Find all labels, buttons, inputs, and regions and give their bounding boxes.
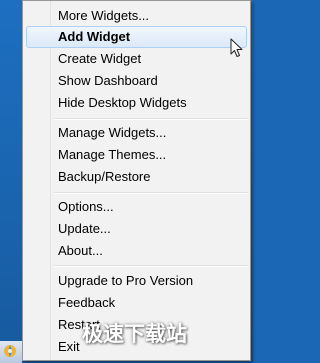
menu-separator bbox=[54, 192, 248, 194]
watermark-text: 极速下载站 bbox=[82, 322, 187, 346]
menu-item-about[interactable]: About... bbox=[26, 240, 247, 262]
menu-item-show-dashboard[interactable]: Show Dashboard bbox=[26, 70, 247, 92]
menu-item-add-widget[interactable]: Add Widget bbox=[26, 26, 247, 48]
tray-app-icon[interactable] bbox=[3, 344, 17, 358]
menu-item-create-widget[interactable]: Create Widget bbox=[26, 48, 247, 70]
menu-item-hide-desktop-widgets[interactable]: Hide Desktop Widgets bbox=[26, 92, 247, 114]
menu-item-feedback[interactable]: Feedback bbox=[26, 292, 247, 314]
menu-item-manage-themes[interactable]: Manage Themes... bbox=[26, 144, 247, 166]
menu-separator bbox=[54, 118, 248, 120]
menu-item-update[interactable]: Update... bbox=[26, 218, 247, 240]
menu-item-upgrade-pro[interactable]: Upgrade to Pro Version bbox=[26, 270, 247, 292]
widget-context-menu: More Widgets... Add Widget Create Widget… bbox=[22, 0, 251, 361]
menu-item-manage-widgets[interactable]: Manage Widgets... bbox=[26, 122, 247, 144]
menu-item-options[interactable]: Options... bbox=[26, 196, 247, 218]
menu-item-more-widgets[interactable]: More Widgets... bbox=[26, 5, 247, 27]
mouse-cursor-icon bbox=[230, 38, 243, 57]
menu-separator bbox=[54, 265, 248, 267]
menu-item-backup-restore[interactable]: Backup/Restore bbox=[26, 166, 247, 188]
taskbar-edge bbox=[0, 341, 22, 363]
